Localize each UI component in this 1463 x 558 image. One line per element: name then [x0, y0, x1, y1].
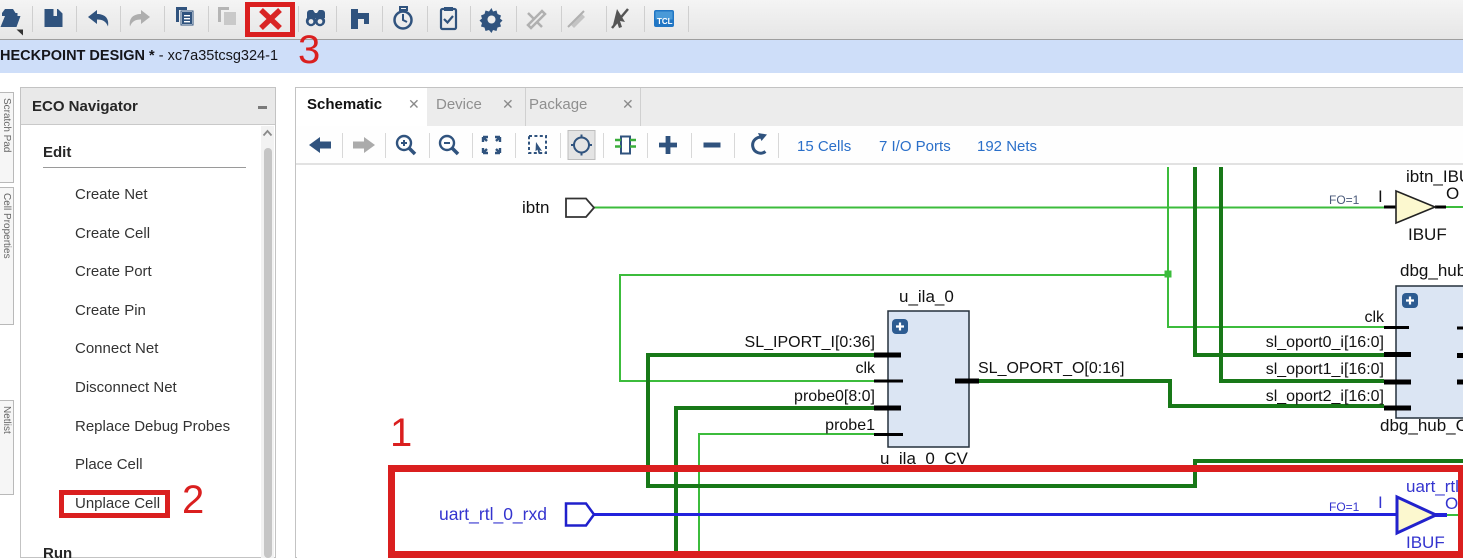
svg-text:7 I/O Ports: 7 I/O Ports [879, 138, 951, 155]
svg-text:15 Cells: 15 Cells [797, 138, 851, 155]
svg-text:192 Nets: 192 Nets [977, 138, 1037, 155]
svg-text:TCL: TCL [657, 17, 673, 26]
